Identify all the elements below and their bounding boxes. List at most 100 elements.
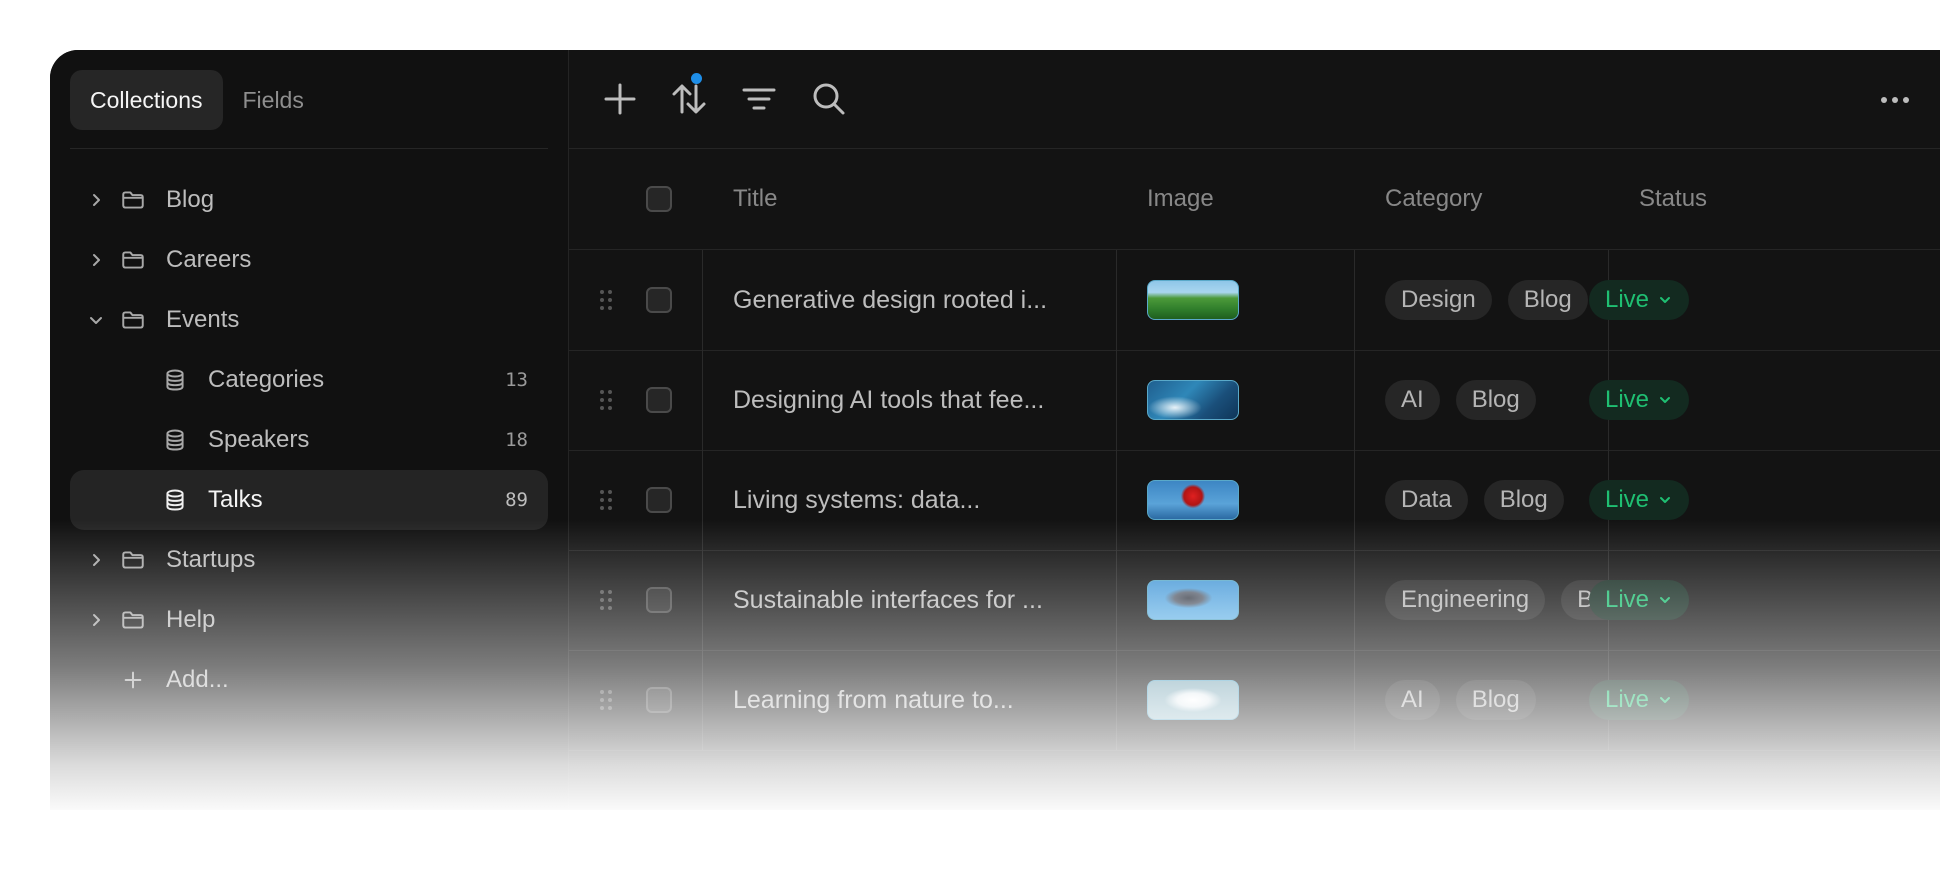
column-divider [1354, 250, 1355, 350]
row-checkbox[interactable] [646, 387, 672, 413]
row-thumbnail[interactable] [1147, 580, 1239, 620]
plus-icon [124, 671, 142, 689]
status-label: Live [1605, 486, 1650, 513]
sidebar-item-label: Careers [166, 246, 252, 273]
row-title[interactable]: Learning from nature to... [733, 650, 1014, 750]
column-divider [1116, 650, 1117, 750]
sidebar-item-label: Talks [208, 486, 263, 513]
category-tags: Data Blog [1385, 450, 1564, 550]
sort-icon[interactable] [669, 79, 709, 119]
sidebar-item-label: Help [166, 606, 216, 633]
tab-collections[interactable]: Collections [70, 70, 223, 130]
item-count: 89 [505, 489, 528, 511]
row-thumbnail[interactable] [1147, 480, 1239, 520]
status-label: Live [1605, 286, 1650, 313]
folder-icon [122, 551, 144, 569]
drag-handle-icon[interactable] [599, 288, 613, 312]
row-checkbox[interactable] [646, 687, 672, 713]
status-dropdown[interactable]: Live [1589, 680, 1690, 720]
sidebar-tab-switcher: Collections Fields [70, 70, 324, 130]
toolbar [569, 50, 1940, 149]
category-tag[interactable]: Engineering [1385, 580, 1546, 620]
status-dropdown[interactable]: Live [1589, 580, 1690, 620]
row-thumbnail[interactable] [1147, 680, 1239, 720]
status-dropdown[interactable]: Live [1589, 480, 1690, 520]
column-divider [702, 550, 703, 650]
sidebar-item-careers[interactable]: Careers [70, 230, 548, 290]
chevron-right-icon[interactable] [86, 550, 106, 570]
row-thumbnail[interactable] [1147, 380, 1239, 420]
category-tag[interactable]: Blog [1483, 480, 1564, 520]
table-row[interactable]: Sustainable interfaces for ... Engineeri… [569, 550, 1940, 651]
column-header-image[interactable]: Image [1147, 149, 1214, 249]
status-label: Live [1605, 686, 1650, 713]
sidebar-item-talks[interactable]: Talks 89 [70, 470, 548, 530]
row-title[interactable]: Generative design rooted i... [733, 250, 1047, 350]
category-tag[interactable]: Design [1385, 280, 1492, 320]
column-header-title[interactable]: Title [733, 149, 777, 249]
row-title[interactable]: Sustainable interfaces for ... [733, 550, 1043, 650]
plus-icon[interactable] [600, 79, 640, 119]
column-header-status[interactable]: Status [1639, 149, 1707, 249]
chevron-down-icon[interactable] [86, 310, 106, 330]
sidebar: Collections Fields Blog Careers Events C… [50, 50, 569, 810]
category-tag[interactable]: AI [1385, 380, 1440, 420]
status-dropdown[interactable]: Live [1589, 280, 1690, 320]
status-dropdown[interactable]: Live [1589, 380, 1690, 420]
drag-handle-icon[interactable] [599, 488, 613, 512]
column-divider [1354, 550, 1355, 650]
category-tag[interactable]: Data [1385, 480, 1468, 520]
sidebar-item-help[interactable]: Help [70, 590, 548, 650]
drag-handle-icon[interactable] [599, 688, 613, 712]
column-divider [702, 650, 703, 750]
main-panel: Title Image Category Status Generative d… [569, 50, 1940, 810]
item-count: 13 [505, 369, 528, 391]
category-tag[interactable]: Blog [1507, 280, 1588, 320]
status-label: Live [1605, 586, 1650, 613]
column-header-category[interactable]: Category [1385, 149, 1482, 249]
more-icon[interactable] [1878, 83, 1912, 117]
item-count: 18 [505, 429, 528, 451]
database-icon [166, 489, 184, 511]
drag-handle-icon[interactable] [599, 388, 613, 412]
category-tag[interactable]: AI [1385, 680, 1440, 720]
search-icon[interactable] [809, 79, 849, 119]
chevron-right-icon[interactable] [86, 610, 106, 630]
sidebar-item-speakers[interactable]: Speakers 18 [70, 410, 548, 470]
sidebar-item-blog[interactable]: Blog [70, 170, 548, 230]
row-checkbox[interactable] [646, 487, 672, 513]
sidebar-item-events[interactable]: Events [70, 290, 548, 350]
table-row[interactable]: Learning from nature to... AI Blog Live [569, 650, 1940, 751]
chevron-down-icon [1660, 397, 1671, 403]
tab-fields[interactable]: Fields [223, 70, 324, 130]
column-divider [1354, 450, 1355, 550]
column-divider [702, 350, 703, 450]
chevron-right-icon[interactable] [86, 250, 106, 270]
sidebar-item-label: Blog [166, 186, 215, 213]
row-title[interactable]: Designing AI tools that fee... [733, 350, 1044, 450]
add-collection-button[interactable]: Add... [70, 650, 548, 710]
sidebar-item-categories[interactable]: Categories 13 [70, 350, 548, 410]
chevron-right-icon[interactable] [86, 190, 106, 210]
row-title[interactable]: Living systems: data... [733, 450, 980, 550]
cms-window: Collections Fields Blog Careers Events C… [50, 50, 1940, 810]
folder-icon [122, 191, 144, 209]
row-thumbnail[interactable] [1147, 280, 1239, 320]
category-tags: AI Blog [1385, 350, 1536, 450]
category-tag[interactable]: Blog [1455, 680, 1536, 720]
sidebar-item-label: Startups [166, 546, 256, 573]
column-divider [1354, 650, 1355, 750]
category-tag[interactable]: Blog [1455, 380, 1536, 420]
sidebar-divider [70, 148, 548, 149]
select-all-checkbox[interactable] [646, 186, 672, 212]
table-row[interactable]: Living systems: data... Data Blog Live [569, 450, 1940, 551]
sidebar-item-startups[interactable]: Startups [70, 530, 548, 590]
table-row[interactable]: Generative design rooted i... Design Blo… [569, 250, 1940, 351]
row-checkbox[interactable] [646, 587, 672, 613]
table-row[interactable]: Designing AI tools that fee... AI Blog L… [569, 350, 1940, 451]
column-divider [1116, 450, 1117, 550]
filter-icon[interactable] [739, 79, 779, 119]
drag-handle-icon[interactable] [599, 588, 613, 612]
row-checkbox[interactable] [646, 287, 672, 313]
chevron-down-icon [1660, 697, 1671, 703]
